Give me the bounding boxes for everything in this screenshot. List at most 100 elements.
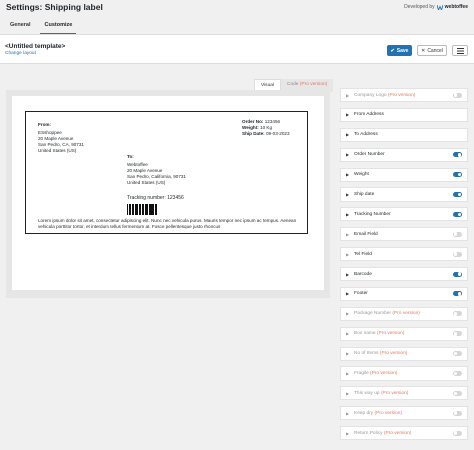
field-label: Keep dry (Pro version): [354, 411, 453, 416]
field-label: Return Policy (Pro version): [354, 431, 453, 436]
field-toggle[interactable]: [453, 172, 462, 178]
chevron-right-icon: ▶: [346, 132, 350, 138]
pro-version-tag: (Pro version): [392, 311, 420, 317]
field-toggle[interactable]: [453, 291, 462, 297]
page-title: Settings: Shipping label: [6, 2, 103, 12]
pro-version-tag: (Pro version): [380, 390, 409, 396]
field-label: Barcode: [354, 271, 372, 277]
weight-label: Weight:: [242, 125, 259, 130]
field-row-barcode[interactable]: ▶ Barcode: [340, 267, 468, 282]
field-row-ship-date[interactable]: ▶ Ship date: [340, 187, 468, 202]
chevron-right-icon: ▶: [346, 231, 350, 237]
weight-value: 10 Kg: [260, 125, 273, 130]
field-toggle[interactable]: [453, 410, 462, 416]
field-label: This way up (Pro version): [354, 391, 453, 396]
field-row-to-address[interactable]: ▶ To Address: [340, 127, 468, 142]
field-name: Package Number: [354, 311, 392, 317]
save-button[interactable]: ✔ Save: [387, 45, 412, 56]
field-row-email-field[interactable]: ▶ Email Field: [340, 227, 468, 242]
tracking-number: Tracking number: 123456: [127, 195, 184, 201]
field-label: Footer: [354, 291, 368, 297]
pro-version-tag: (Pro version): [387, 92, 416, 98]
field-toggle[interactable]: [453, 331, 462, 337]
check-icon: ✔: [390, 47, 395, 54]
to-address-block: To: Webtoffee 20 Maple Avenue San Pedro,…: [127, 154, 186, 186]
ship-date-label: Ship Date:: [242, 131, 265, 136]
chevron-right-icon: ▶: [346, 331, 350, 337]
save-label: Save: [396, 47, 409, 54]
tab-code-label: Code: [286, 82, 299, 87]
field-label: Order Number: [354, 152, 385, 158]
field-row-no-of-items[interactable]: ▶ No of Items (Pro version): [340, 346, 468, 361]
cancel-button[interactable]: ✕ Cancel: [417, 45, 447, 56]
template-name: <Untitled template>: [5, 43, 66, 50]
field-row-from-address[interactable]: ▶ From Address: [340, 107, 468, 122]
tab-general[interactable]: General: [6, 20, 34, 34]
field-row-tracking-number[interactable]: ▶ Tracking Number: [340, 207, 468, 222]
from-line: United States (US): [38, 148, 77, 153]
field-name: This way up: [354, 390, 380, 396]
pro-version-tag: (Pro version): [376, 331, 405, 337]
field-row-weight[interactable]: ▶ Weight: [340, 167, 468, 182]
pro-version-tag: (Pro version): [374, 410, 403, 416]
pro-version-tag: (Pro version): [299, 82, 328, 87]
top-bar: Settings: Shipping label Developed by we…: [0, 0, 474, 14]
chevron-right-icon: ▶: [346, 410, 350, 416]
field-row-footer[interactable]: ▶ Footer: [340, 286, 468, 301]
order-number-label: Order No:: [242, 119, 264, 124]
change-layout-link[interactable]: Change layout: [5, 51, 36, 56]
chevron-right-icon: ▶: [346, 192, 350, 197]
field-label: Weight: [354, 172, 369, 178]
cancel-label: Cancel: [427, 47, 443, 54]
field-toggle[interactable]: [453, 92, 462, 98]
field-toggle[interactable]: [453, 371, 462, 377]
preview-canvas: From: ESshoppee 20 Maple Avenue San Pedr…: [12, 96, 324, 290]
field-row-fragile[interactable]: ▶ Fragile (Pro version): [340, 366, 468, 381]
field-toggle[interactable]: [453, 192, 462, 197]
shipping-label-preview: From: ESshoppee 20 Maple Avenue San Pedr…: [25, 111, 308, 234]
field-label: Ship date: [354, 192, 375, 197]
settings-tabs: General Customize: [6, 20, 77, 34]
brand-name: webtoffee: [444, 4, 468, 10]
field-name: Return Policy: [354, 430, 383, 436]
tab-customize[interactable]: Customize: [40, 20, 77, 34]
field-settings-sidebar: ▶ Company Logo (Pro version) ▶ From Addres…: [340, 88, 468, 446]
field-toggle[interactable]: [453, 251, 462, 257]
field-row-tel-field[interactable]: ▶ Tel Field: [340, 247, 468, 262]
field-toggle[interactable]: [453, 211, 462, 217]
chevron-right-icon: ▶: [346, 351, 350, 357]
preview-area: From: ESshoppee 20 Maple Avenue San Pedr…: [6, 90, 330, 298]
field-label: Company Logo (Pro version): [354, 93, 453, 98]
field-row-return-policy[interactable]: ▶ Return Policy (Pro version): [340, 426, 468, 441]
field-row-company-logo[interactable]: ▶ Company Logo (Pro version): [340, 88, 468, 103]
template-header: <Untitled template> Change layout ✔ Save…: [0, 34, 474, 64]
chevron-right-icon: ▶: [346, 430, 350, 436]
field-row-box-name[interactable]: ▶ Box name (Pro version): [340, 326, 468, 341]
field-label: No of Items (Pro version): [354, 351, 453, 356]
pro-version-tag: (Pro version): [370, 371, 398, 377]
menu-button[interactable]: [452, 45, 468, 56]
field-toggle[interactable]: [453, 351, 462, 357]
field-toggle[interactable]: [453, 152, 462, 158]
order-number-value: 123456: [264, 119, 281, 124]
field-label: Email Field: [354, 231, 378, 237]
field-name: Company Logo: [354, 92, 387, 98]
chevron-right-icon: ▶: [346, 112, 350, 118]
close-icon: ✕: [421, 47, 426, 54]
chevron-right-icon: ▶: [346, 390, 350, 396]
field-row-this-way-up[interactable]: ▶ This way up (Pro version): [340, 386, 468, 401]
field-toggle[interactable]: [453, 271, 462, 277]
field-row-order-number[interactable]: ▶ Order Number: [340, 147, 468, 162]
field-toggle[interactable]: [453, 390, 462, 396]
field-row-keep-dry[interactable]: ▶ Keep dry (Pro version): [340, 406, 468, 421]
field-name: Keep dry: [354, 410, 374, 416]
field-row-package-number[interactable]: ▶ Package Number (Pro version): [340, 306, 468, 321]
field-label: Fragile (Pro version): [354, 371, 453, 376]
field-toggle[interactable]: [453, 311, 462, 317]
field-toggle[interactable]: [453, 231, 462, 237]
chevron-right-icon: ▶: [346, 211, 350, 217]
field-name: No of Items: [354, 351, 379, 357]
chevron-right-icon: ▶: [346, 251, 350, 257]
hamburger-icon: [456, 47, 464, 54]
field-toggle[interactable]: [453, 430, 462, 436]
